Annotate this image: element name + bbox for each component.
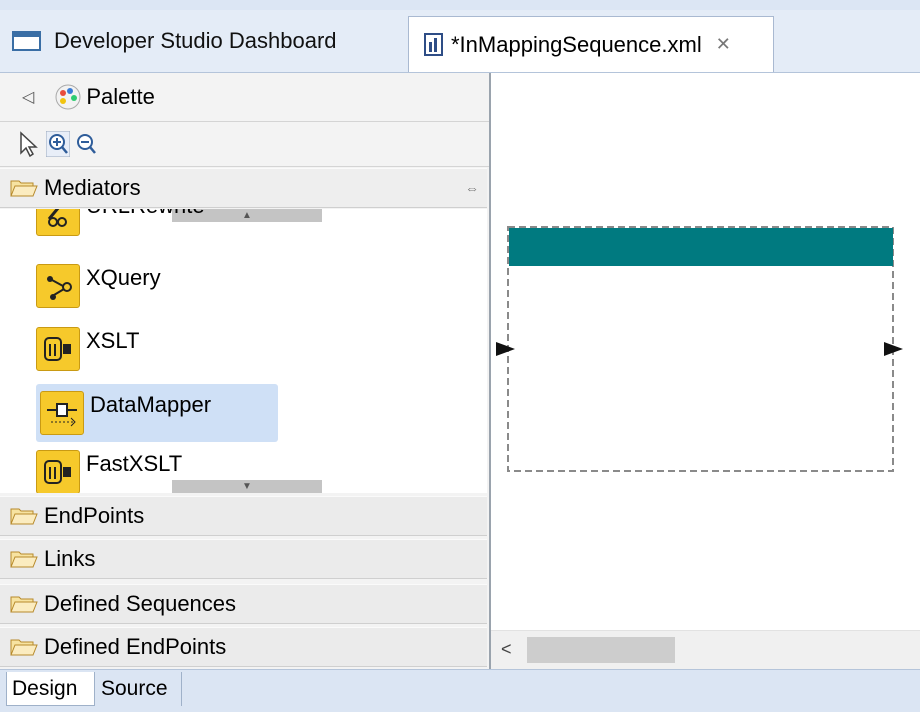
xslt-icon	[36, 327, 80, 371]
mediator-item-fastxslt[interactable]: FastXSLT	[36, 443, 182, 493]
horizontal-scrollbar[interactable]: <	[491, 630, 920, 669]
drawer-label: Defined Sequences	[44, 591, 237, 616]
folder-icon	[10, 551, 38, 568]
chevron-down-icon: ▼	[172, 480, 322, 493]
zoom-out-icon[interactable]	[74, 131, 98, 157]
palette-title: Palette	[86, 84, 155, 109]
tab-design[interactable]: Design	[6, 672, 95, 706]
tab-label: *InMappingSequence.xml	[451, 31, 702, 57]
collapse-palette-icon[interactable]: ◁	[22, 87, 34, 107]
palette-panel: ◁ Palette Mediators ⇔ ▲ XQuery XSLT Data…	[0, 73, 491, 669]
tab-label: Developer Studio Dashboard	[54, 28, 337, 53]
mediator-item-urlrewrite[interactable]: URLRewrite	[36, 209, 205, 243]
close-icon[interactable]: ✕	[716, 34, 731, 55]
drawer-label: Mediators	[44, 175, 141, 200]
zoom-in-icon[interactable]	[46, 131, 70, 157]
select-arrow-icon[interactable]	[18, 131, 40, 157]
drawer-pin-icon[interactable]: ⇔	[465, 180, 479, 196]
url-rewrite-icon	[36, 209, 80, 236]
sequence-diagram	[496, 226, 903, 472]
mediator-item-xslt[interactable]: XSLT	[36, 320, 139, 378]
mediator-label: URLRewrite	[86, 209, 205, 219]
drawer-endpoints[interactable]: EndPoints	[0, 496, 487, 536]
drawer-label: EndPoints	[44, 503, 145, 528]
datamapper-icon	[40, 391, 84, 435]
folder-icon	[10, 639, 38, 656]
fastxslt-icon	[36, 450, 80, 493]
mediator-label: FastXSLT	[86, 451, 183, 476]
tab-label: Design	[12, 676, 78, 700]
tab-label: Source	[101, 677, 168, 700]
design-canvas[interactable]	[491, 73, 920, 669]
dashboard-window-icon	[12, 31, 41, 51]
drawer-links[interactable]: Links	[0, 539, 487, 579]
folder-icon	[10, 596, 38, 613]
palette-tools	[0, 121, 489, 167]
folder-open-icon	[10, 180, 38, 197]
tab-developer-studio-dashboard[interactable]: Developer Studio Dashboard	[12, 18, 407, 64]
drawer-defined-sequences[interactable]: Defined Sequences	[0, 584, 487, 624]
mediator-item-datamapper[interactable]: DataMapper	[36, 384, 278, 442]
drawer-defined-endpoints[interactable]: Defined EndPoints	[0, 627, 487, 667]
sequence-title-bar[interactable]	[509, 228, 893, 266]
tab-source[interactable]: Source	[96, 672, 182, 706]
drawer-label: Links	[44, 546, 96, 571]
tab-inmappingsequence[interactable]: *InMappingSequence.xml ✕	[408, 16, 774, 72]
scroll-down-button[interactable]: ▼	[172, 480, 322, 493]
folder-icon	[10, 508, 38, 525]
mediator-item-xquery[interactable]: XQuery	[36, 257, 161, 315]
xml-file-icon	[424, 32, 443, 56]
drawer-mediators[interactable]: Mediators ⇔	[0, 168, 487, 208]
xquery-icon	[36, 264, 80, 308]
input-connector-icon[interactable]	[496, 342, 515, 356]
mediator-label: DataMapper	[90, 392, 212, 417]
scrollbar-thumb[interactable]	[527, 637, 675, 663]
palette-header: ◁ Palette	[0, 73, 489, 121]
mediator-label: XQuery	[86, 265, 161, 290]
mediator-list: ▲ URLRewrite XQuery XSLT DataMapper	[0, 209, 487, 493]
scroll-left-icon[interactable]: <	[501, 639, 512, 660]
mediator-label: XSLT	[86, 328, 140, 353]
drawer-label: Defined EndPoints	[44, 634, 227, 659]
palette-icon	[55, 84, 81, 110]
